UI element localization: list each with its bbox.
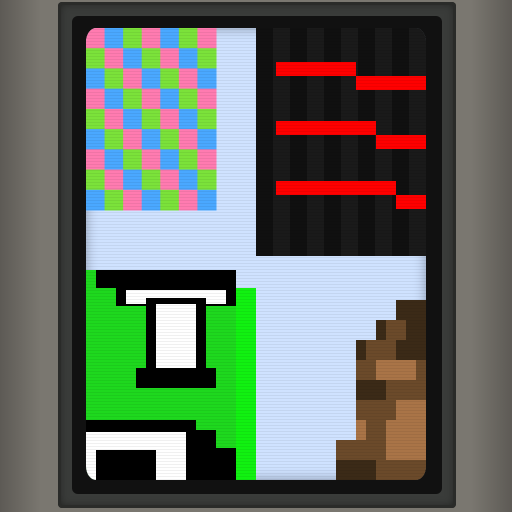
outline (136, 368, 216, 388)
game-screen[interactable] (86, 28, 426, 480)
checker-tile (86, 169, 106, 191)
bars-bg-stripe (256, 28, 273, 256)
red-bar-1 (276, 62, 356, 76)
checker-tile (178, 48, 198, 69)
checker-tile (123, 129, 143, 150)
figure-pixel (366, 340, 396, 360)
checker-tile (178, 68, 198, 90)
checker-tile (160, 108, 180, 130)
red-bar-2 (376, 135, 426, 149)
checker-tile (104, 149, 124, 171)
outline (96, 450, 156, 480)
checker-tile (86, 68, 106, 90)
checker-tile (141, 169, 161, 191)
checker-tile (141, 28, 161, 49)
checker-tile (197, 48, 217, 69)
pixel (236, 270, 256, 288)
checker-tile (178, 108, 198, 130)
checker-tile (104, 68, 124, 90)
checker-tile (197, 169, 217, 191)
checker-tile (123, 149, 143, 171)
red-bar-3 (276, 181, 396, 195)
outline (96, 270, 236, 288)
checker-tile (123, 108, 143, 130)
checker-tile (123, 189, 143, 211)
checker-tile (141, 68, 161, 90)
checker-tile (160, 189, 180, 211)
checker-tile (123, 68, 143, 90)
checker-tile (86, 129, 106, 150)
red-bar-1 (356, 76, 426, 90)
checker-tile (160, 169, 180, 191)
checker-tile (160, 129, 180, 150)
checker-tile (197, 149, 217, 171)
figure-pixel (376, 360, 416, 380)
checker-tile (141, 48, 161, 69)
checker-tile (197, 108, 217, 130)
checker-tile (160, 88, 180, 110)
figure-pixel (396, 400, 426, 420)
brown-figure-sprite (336, 300, 426, 480)
checker-tile (86, 149, 106, 171)
outline (196, 430, 216, 480)
checker-tile (197, 189, 217, 211)
checker-tile (178, 169, 198, 191)
checker-tile (197, 28, 217, 49)
checker-tile (86, 108, 106, 130)
checker-tile (86, 28, 106, 49)
checker-tile (197, 68, 217, 90)
checker-tile (160, 149, 180, 171)
checker-tile (104, 189, 124, 211)
checker-tile (104, 108, 124, 130)
red-bars-panel (256, 28, 426, 256)
figure-pixel (386, 380, 426, 400)
creature-highlight (236, 288, 256, 480)
checker-tile (141, 108, 161, 130)
checker-tile (141, 149, 161, 171)
figure-pixel (366, 420, 386, 440)
checker-tile (160, 68, 180, 90)
green-creature-sprite (86, 270, 256, 480)
checker-tile (123, 88, 143, 110)
checker-tile (86, 88, 106, 110)
bars-bg-stripe (358, 28, 375, 256)
red-bar-3 (396, 195, 426, 209)
checker-tile (160, 48, 180, 69)
checker-tile (160, 28, 180, 49)
checker-tile (123, 48, 143, 69)
pixel (86, 270, 96, 290)
figure-pixel (376, 460, 426, 480)
checker-tile (141, 88, 161, 110)
figure-pixel (396, 300, 426, 320)
outline (216, 448, 236, 480)
checker-tile (104, 129, 124, 150)
checker-tile (178, 149, 198, 171)
checker-tile (104, 88, 124, 110)
checker-tile (178, 189, 198, 211)
checker-tile (197, 88, 217, 110)
checker-tile (123, 28, 143, 49)
red-bar-2 (276, 121, 376, 135)
checker-tile (86, 48, 106, 69)
checker-tile (141, 189, 161, 211)
figure-pixel (386, 320, 406, 340)
checker-tile (178, 28, 198, 49)
checker-tile (178, 88, 198, 110)
checker-tile (104, 48, 124, 69)
checker-panel (86, 28, 217, 211)
checker-tile (178, 129, 198, 150)
checker-tile (104, 169, 124, 191)
figure-pixel (386, 440, 426, 460)
checker-tile (104, 28, 124, 49)
checker-tile (123, 169, 143, 191)
tooth-stem (156, 304, 196, 372)
checker-tile (197, 129, 217, 150)
game-scene (86, 28, 426, 480)
checker-tile (86, 189, 106, 211)
checker-tile (141, 129, 161, 150)
